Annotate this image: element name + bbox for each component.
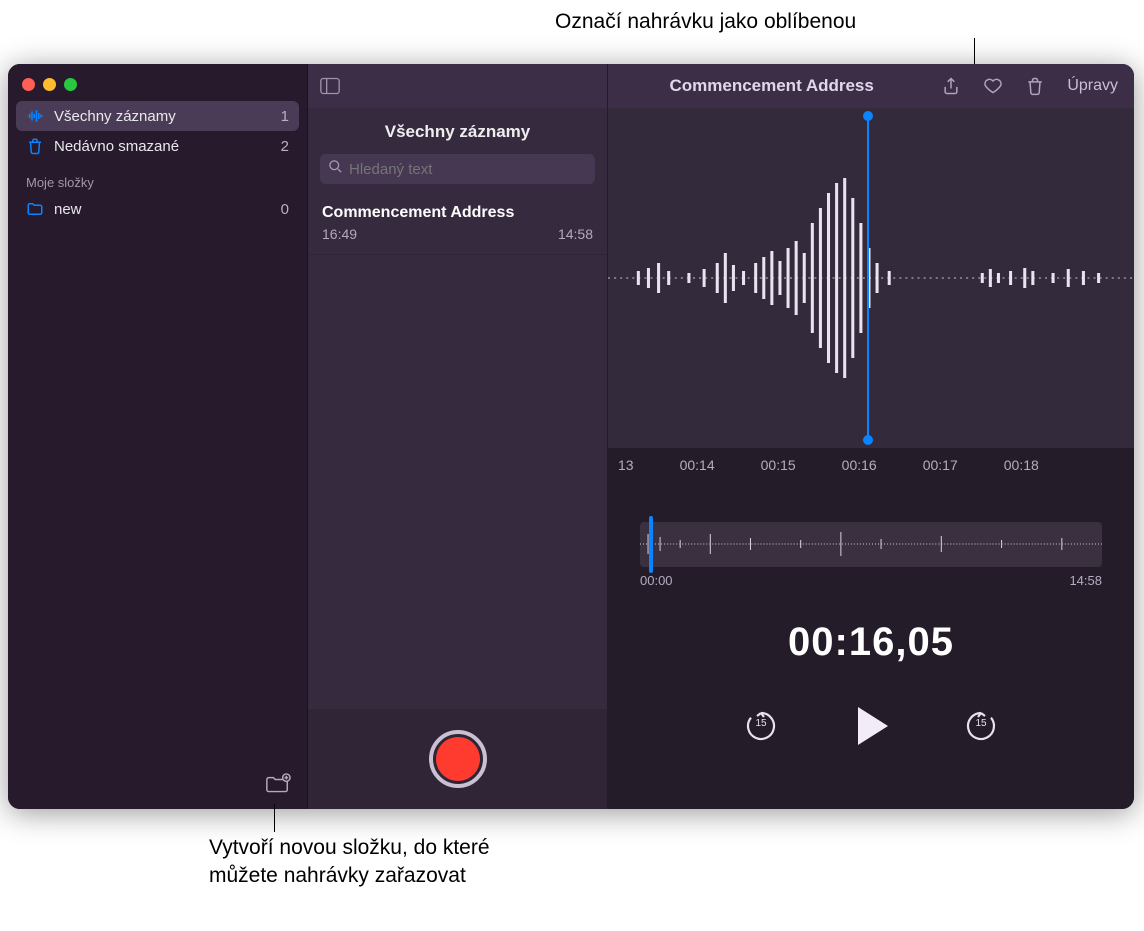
callout-favorite: Označí nahrávku jako oblíbenou [555, 10, 856, 34]
callout-line [274, 804, 275, 832]
recording-list-item[interactable]: Commencement Address 16:49 14:58 [308, 194, 607, 255]
new-folder-button[interactable] [265, 773, 291, 795]
sidebar-section-header: Moje složky [8, 161, 307, 194]
overview-start-label: 00:00 [640, 573, 673, 588]
app-window: Všechny záznamy 1 Nedávno smazané 2 Moje… [8, 64, 1134, 809]
playhead[interactable] [867, 113, 869, 443]
recording-duration: 14:58 [558, 226, 593, 242]
toggle-sidebar-button[interactable] [320, 76, 340, 96]
playback-controls: 15 15 [608, 703, 1134, 749]
list-toolbar [308, 64, 607, 108]
skip-back-15-button[interactable]: 15 [744, 709, 778, 743]
skip-seconds-label: 15 [744, 718, 778, 729]
timeline-ruler[interactable]: 13 00:14 00:15 00:16 00:17 00:18 [608, 448, 1134, 482]
overview-playhead[interactable] [649, 516, 653, 573]
sidebar-item-recently-deleted[interactable]: Nedávno smazané 2 [16, 131, 299, 161]
list-header: Všechny záznamy [308, 108, 607, 154]
overview-scrubber[interactable] [640, 522, 1102, 567]
search-icon [328, 159, 343, 179]
search-field[interactable] [320, 154, 595, 184]
waveform-icon [608, 153, 1134, 403]
sidebar-label: Všechny záznamy [54, 108, 176, 125]
recording-time: 16:49 [322, 226, 357, 242]
detail-title: Commencement Address [624, 76, 919, 96]
window-controls [8, 64, 307, 101]
delete-button[interactable] [1025, 76, 1045, 96]
skip-forward-15-button[interactable]: 15 [964, 709, 998, 743]
sidebar-folder-count: 0 [281, 201, 289, 218]
callout-new-folder: Vytvoří novou složku, do které můžete na… [209, 834, 490, 891]
timeline-tick: 00:14 [680, 457, 715, 473]
timeline-tick: 00:16 [842, 457, 877, 473]
sidebar: Všechny záznamy 1 Nedávno smazané 2 Moje… [8, 64, 308, 809]
waveform-icon [26, 107, 44, 125]
record-bar [308, 709, 607, 809]
record-icon [436, 737, 480, 781]
skip-seconds-label: 15 [964, 718, 998, 729]
current-time-display: 00:16,05 [608, 620, 1134, 665]
detail-toolbar: Commencement Address Úpravy [608, 64, 1134, 108]
timeline-tick: 13 [618, 457, 634, 473]
record-button[interactable] [429, 730, 487, 788]
play-button[interactable] [848, 703, 894, 749]
recording-title: Commencement Address [322, 204, 593, 222]
mini-waveform-icon [640, 522, 1102, 567]
window-fullscreen-button[interactable] [64, 78, 77, 91]
folder-icon [26, 200, 44, 218]
sidebar-folder-item[interactable]: new 0 [16, 194, 299, 224]
window-minimize-button[interactable] [43, 78, 56, 91]
sidebar-label: Nedávno smazané [54, 138, 179, 155]
sidebar-count: 1 [281, 108, 289, 125]
timeline-tick: 00:18 [1004, 457, 1039, 473]
window-close-button[interactable] [22, 78, 35, 91]
favorite-button[interactable] [983, 76, 1003, 96]
edit-button[interactable]: Úpravy [1067, 77, 1118, 95]
timeline-tick: 00:17 [923, 457, 958, 473]
trash-icon [26, 137, 44, 155]
sidebar-item-all-recordings[interactable]: Všechny záznamy 1 [16, 101, 299, 131]
detail-panel: Commencement Address Úpravy [608, 64, 1134, 809]
share-button[interactable] [941, 76, 961, 96]
sidebar-folder-label: new [54, 201, 82, 218]
waveform-area[interactable] [608, 108, 1134, 448]
search-input[interactable] [349, 161, 587, 178]
recordings-list-panel: Všechny záznamy Commencement Address 16:… [308, 64, 608, 809]
sidebar-count: 2 [281, 138, 289, 155]
timeline-tick: 00:15 [761, 457, 796, 473]
overview-end-label: 14:58 [1069, 573, 1102, 588]
